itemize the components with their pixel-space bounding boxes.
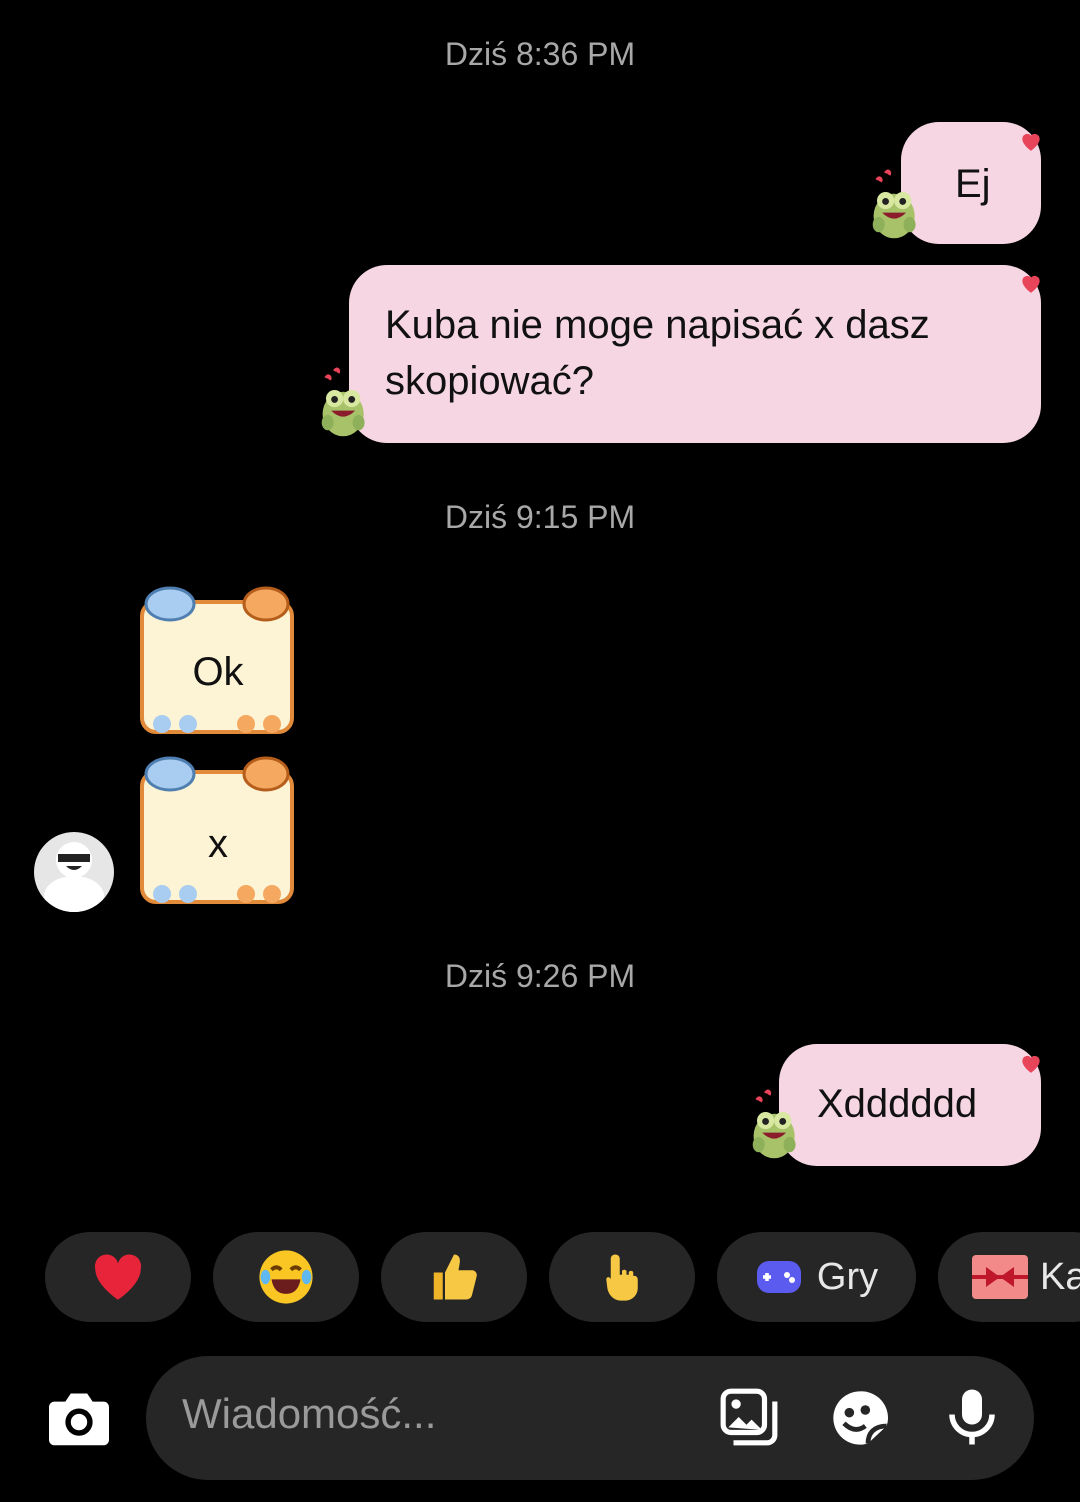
thumbs-up-emoji-icon: [433, 1254, 477, 1300]
incoming-message[interactable]: Ok: [136, 584, 300, 740]
gallery-icon[interactable]: [718, 1386, 780, 1448]
camera-icon[interactable]: [46, 1388, 112, 1448]
avatar-face-icon: [44, 842, 104, 912]
gift-button[interactable]: Ka: [938, 1232, 1080, 1322]
games-button[interactable]: Gry: [717, 1232, 916, 1322]
message-text: Xdddddd: [817, 1082, 978, 1126]
gift-icon: [972, 1255, 1028, 1299]
timestamp: Dziś 8:36 PM: [444, 36, 636, 72]
message-text: skopiować?: [385, 359, 595, 403]
heart-reaction-button[interactable]: [45, 1232, 191, 1322]
pointing-hand-emoji-icon: [606, 1254, 638, 1301]
heart-icon: [1022, 275, 1040, 293]
heart-emoji-icon: [94, 1254, 142, 1300]
frog-sticker-icon: [321, 367, 365, 437]
outgoing-message[interactable]: Xdddddd: [779, 1044, 1041, 1166]
outgoing-message[interactable]: Kuba nie moge napisać x dasz skopiować?: [349, 265, 1041, 443]
frog-sticker-icon: [752, 1089, 796, 1159]
timestamp: Dziś 9:26 PM: [444, 958, 636, 994]
incoming-message[interactable]: x: [136, 754, 300, 910]
timestamp: Dziś 9:15 PM: [444, 499, 636, 535]
sticker-icon[interactable]: [828, 1386, 892, 1450]
avatar[interactable]: [34, 832, 114, 912]
message-text: x: [208, 822, 228, 866]
laugh-emoji-icon: [259, 1250, 313, 1304]
pointing-reaction-button[interactable]: [549, 1232, 695, 1322]
message-composer[interactable]: Wiadomość...: [146, 1356, 1034, 1480]
message-text: Kuba nie moge napisać x dasz: [385, 303, 930, 347]
laugh-reaction-button[interactable]: [213, 1232, 359, 1322]
heart-icon: [1022, 133, 1040, 151]
games-label: Gry: [816, 1255, 879, 1298]
gift-label: Ka: [1040, 1255, 1080, 1298]
message-input[interactable]: Wiadomość...: [182, 1390, 436, 1438]
message-text: Ok: [192, 650, 244, 694]
frog-sticker-icon: [872, 169, 916, 239]
microphone-icon[interactable]: [942, 1384, 1002, 1450]
heart-icon: [1022, 1055, 1040, 1073]
message-text: Ej: [955, 162, 991, 206]
thumbs-up-reaction-button[interactable]: [381, 1232, 527, 1322]
gamepad-icon: [756, 1261, 801, 1293]
